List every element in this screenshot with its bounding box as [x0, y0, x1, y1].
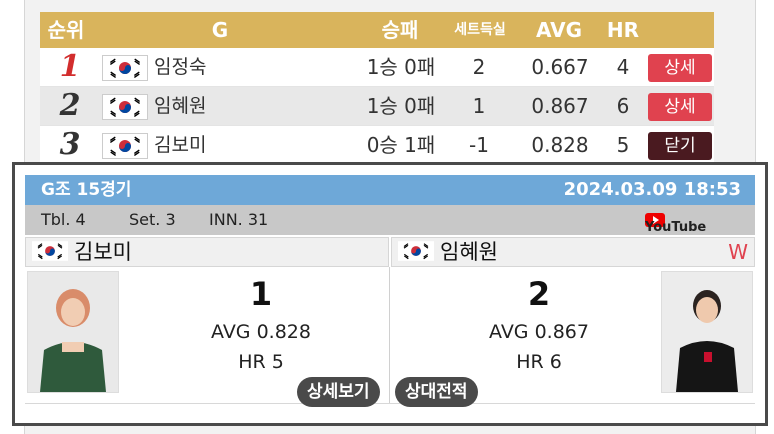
player-name: 임정숙	[154, 56, 207, 78]
set-diff: -1	[469, 133, 489, 157]
avg-value: 0.867	[531, 94, 589, 118]
table-row: 3 김보미 0승 1패 -1 0.828 5 닫기	[40, 126, 714, 165]
rank-number: 2	[59, 88, 81, 123]
win-marker: W	[728, 240, 748, 264]
player-name: 임혜원	[154, 95, 207, 117]
right-player-avg: AVG 0.867	[489, 321, 589, 343]
korea-flag-icon	[102, 133, 148, 159]
match-group-game: G조 15경기	[41, 180, 132, 200]
rank-number: 1	[59, 49, 81, 84]
view-details-button[interactable]: 상세보기	[297, 377, 380, 407]
right-player-bar: 임혜원 W	[391, 237, 755, 267]
win-loss: 1승 0패	[366, 94, 436, 118]
win-loss: 0승 1패	[366, 133, 436, 157]
set-number: Set. 3	[129, 210, 176, 229]
player-photo	[661, 271, 753, 393]
match-datetime: 2024.03.09 18:53	[563, 179, 741, 200]
table-row: 1 임정숙 1승 0패 2 0.667 4 상세	[40, 48, 714, 87]
detail-button[interactable]: 상세	[648, 54, 712, 82]
player-photo	[27, 271, 119, 393]
inning-number: INN. 31	[209, 210, 269, 229]
korea-flag-icon	[102, 94, 148, 120]
hr-value: 4	[616, 55, 630, 79]
left-player-name: 김보미	[74, 240, 132, 264]
header-rank: 순위	[47, 18, 85, 42]
left-player-score: 1	[249, 275, 273, 313]
left-player-hr: HR 5	[238, 351, 284, 373]
table-row: 2 임혜원 1승 0패 1 0.867 6 상세	[40, 87, 714, 126]
header-win-loss: 승패	[381, 18, 419, 42]
right-player-score: 2	[527, 275, 551, 313]
match-header: G조 15경기 2024.03.09 18:53	[25, 175, 755, 205]
right-player-name: 임혜원	[440, 240, 498, 264]
close-button[interactable]: 닫기	[648, 132, 712, 160]
hr-value: 5	[616, 133, 630, 157]
match-card: G조 15경기 2024.03.09 18:53 Tbl. 4 Set. 3 I…	[12, 162, 768, 426]
left-player-avg: AVG 0.828	[211, 321, 311, 343]
win-loss: 1승 0패	[366, 55, 436, 79]
right-player-hr: HR 6	[516, 351, 562, 373]
avg-value: 0.667	[531, 55, 589, 79]
header-hr: HR	[606, 18, 640, 42]
divider	[25, 403, 755, 404]
korea-flag-icon	[32, 240, 68, 262]
standings-header: 순위 G 승패 세트득실 AVG HR	[40, 12, 714, 48]
korea-flag-icon	[102, 55, 148, 81]
header-avg: AVG	[535, 18, 582, 42]
header-set-diff: 세트득실	[454, 22, 506, 38]
left-player-bar: 김보미	[25, 237, 389, 267]
hr-value: 6	[616, 94, 630, 118]
detail-button[interactable]: 상세	[648, 93, 712, 121]
avg-value: 0.828	[531, 133, 589, 157]
table-number: Tbl. 4	[41, 210, 86, 229]
set-diff: 2	[472, 55, 486, 79]
korea-flag-icon	[398, 240, 434, 262]
header-group: G	[211, 18, 229, 42]
rank-number: 3	[59, 127, 81, 162]
head-to-head-button[interactable]: 상대전적	[395, 377, 478, 407]
standings-table: 순위 G 승패 세트득실 AVG HR 1 임정숙 1승 0패 2 0.667 …	[40, 12, 714, 165]
player-name: 김보미	[154, 134, 207, 156]
match-info-bar: Tbl. 4 Set. 3 INN. 31 YouTube	[25, 205, 755, 235]
set-diff: 1	[472, 94, 486, 118]
